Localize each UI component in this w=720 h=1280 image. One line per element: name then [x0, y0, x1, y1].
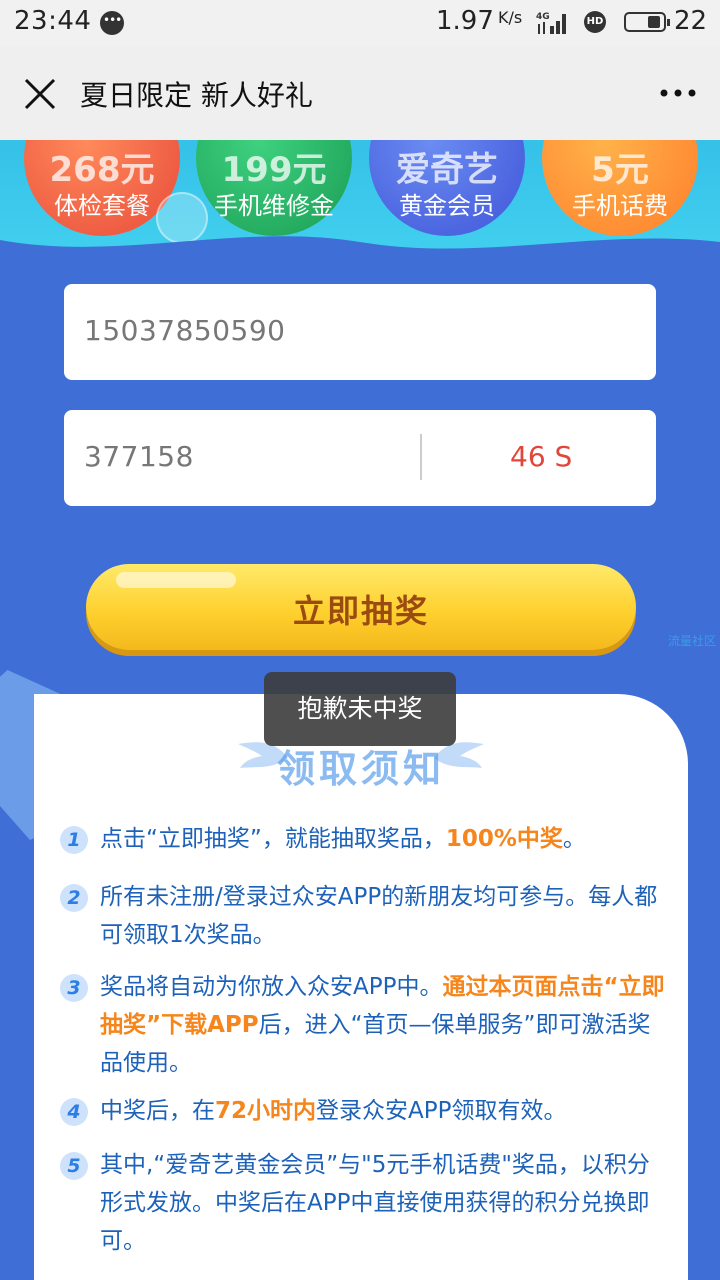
prize-description: 黄金会员 — [399, 192, 495, 220]
battery-icon — [624, 12, 670, 32]
item-text-part: 中奖后，在 — [100, 1098, 215, 1124]
signal-icon: 4G — [536, 12, 566, 34]
draw-lottery-label: 立即抽奖 — [292, 592, 429, 630]
item-highlight: 72小时内 — [215, 1098, 317, 1124]
divider — [420, 434, 422, 480]
verification-code-input[interactable]: 377158 46 S — [64, 410, 656, 506]
prize-description: 手机话费 — [572, 192, 668, 220]
prize-amount: 5元 — [591, 150, 649, 190]
toast-message: 抱歉未中奖 — [264, 672, 456, 746]
notice-title: 领取须知 — [276, 747, 445, 791]
watermark: 流量社区 — [668, 634, 717, 648]
item-text: 奖品将自动为你放入众安APP中。通过本页面点击“立即抽奖”下载APP后，进入“首… — [100, 968, 670, 1082]
resend-countdown: 46 S — [510, 440, 573, 473]
item-number: 3 — [60, 974, 88, 1002]
prize-amount: 268元 — [49, 150, 155, 190]
prize-amount: 199元 — [221, 150, 327, 190]
item-text: 点击“立即抽奖”，就能抽取奖品，100%中奖。 — [100, 820, 670, 858]
item-text: 中奖后，在72小时内登录众安APP领取有效。 — [100, 1092, 670, 1130]
navigation-bar: 夏日限定 新人好礼 — [0, 46, 720, 140]
close-icon[interactable] — [22, 76, 58, 112]
verification-code-value: 377158 — [84, 440, 194, 473]
prize-description: 手机维修金 — [214, 192, 334, 220]
page-title: 夏日限定 新人好礼 — [80, 79, 313, 112]
more-options-icon[interactable] — [658, 78, 698, 108]
notice-card: 领取须知 1 点击“立即抽奖”，就能抽取奖品，100%中奖。 2 所有未注册/登… — [34, 694, 688, 1280]
network-speed: 1.97 — [436, 6, 494, 36]
item-text: 其中,“爱奇艺黄金会员”与"5元手机话费"奖品，以积分形式发放。中奖后在APP中… — [100, 1152, 650, 1254]
svg-text:4G: 4G — [536, 12, 550, 22]
item-text-part: 点击“立即抽奖”，就能抽取奖品， — [100, 826, 446, 852]
item-text: 所有未注册/登录过众安APP的新朋友均可参与。每人都可领取1次奖品。 — [100, 884, 658, 948]
item-text-part: 奖品将自动为你放入众安APP中。 — [100, 974, 443, 1000]
battery-level: 22 — [674, 6, 708, 36]
item-text-part: 。 — [562, 826, 586, 852]
network-speed-unit: K/s — [498, 8, 523, 27]
item-highlight: 100%中奖 — [445, 826, 563, 852]
message-notification-icon — [100, 11, 124, 35]
draw-lottery-button[interactable]: 立即抽奖 — [86, 564, 636, 650]
item-number: 4 — [60, 1098, 88, 1126]
phone-value: 15037850590 — [84, 314, 286, 347]
status-time: 23:44 — [14, 6, 92, 36]
phone-input[interactable]: 15037850590 — [64, 284, 656, 380]
item-number: 1 — [60, 826, 88, 854]
item-number: 5 — [60, 1152, 88, 1180]
status-bar: 23:44 1.97 K/s 4G HD 22 — [0, 0, 720, 46]
item-number: 2 — [60, 884, 88, 912]
hd-voice-icon: HD — [584, 11, 606, 33]
prize-amount: 爱奇艺 — [396, 150, 498, 190]
decorative-wave — [0, 236, 720, 272]
item-text-part: 登录众安APP领取有效。 — [316, 1098, 567, 1124]
